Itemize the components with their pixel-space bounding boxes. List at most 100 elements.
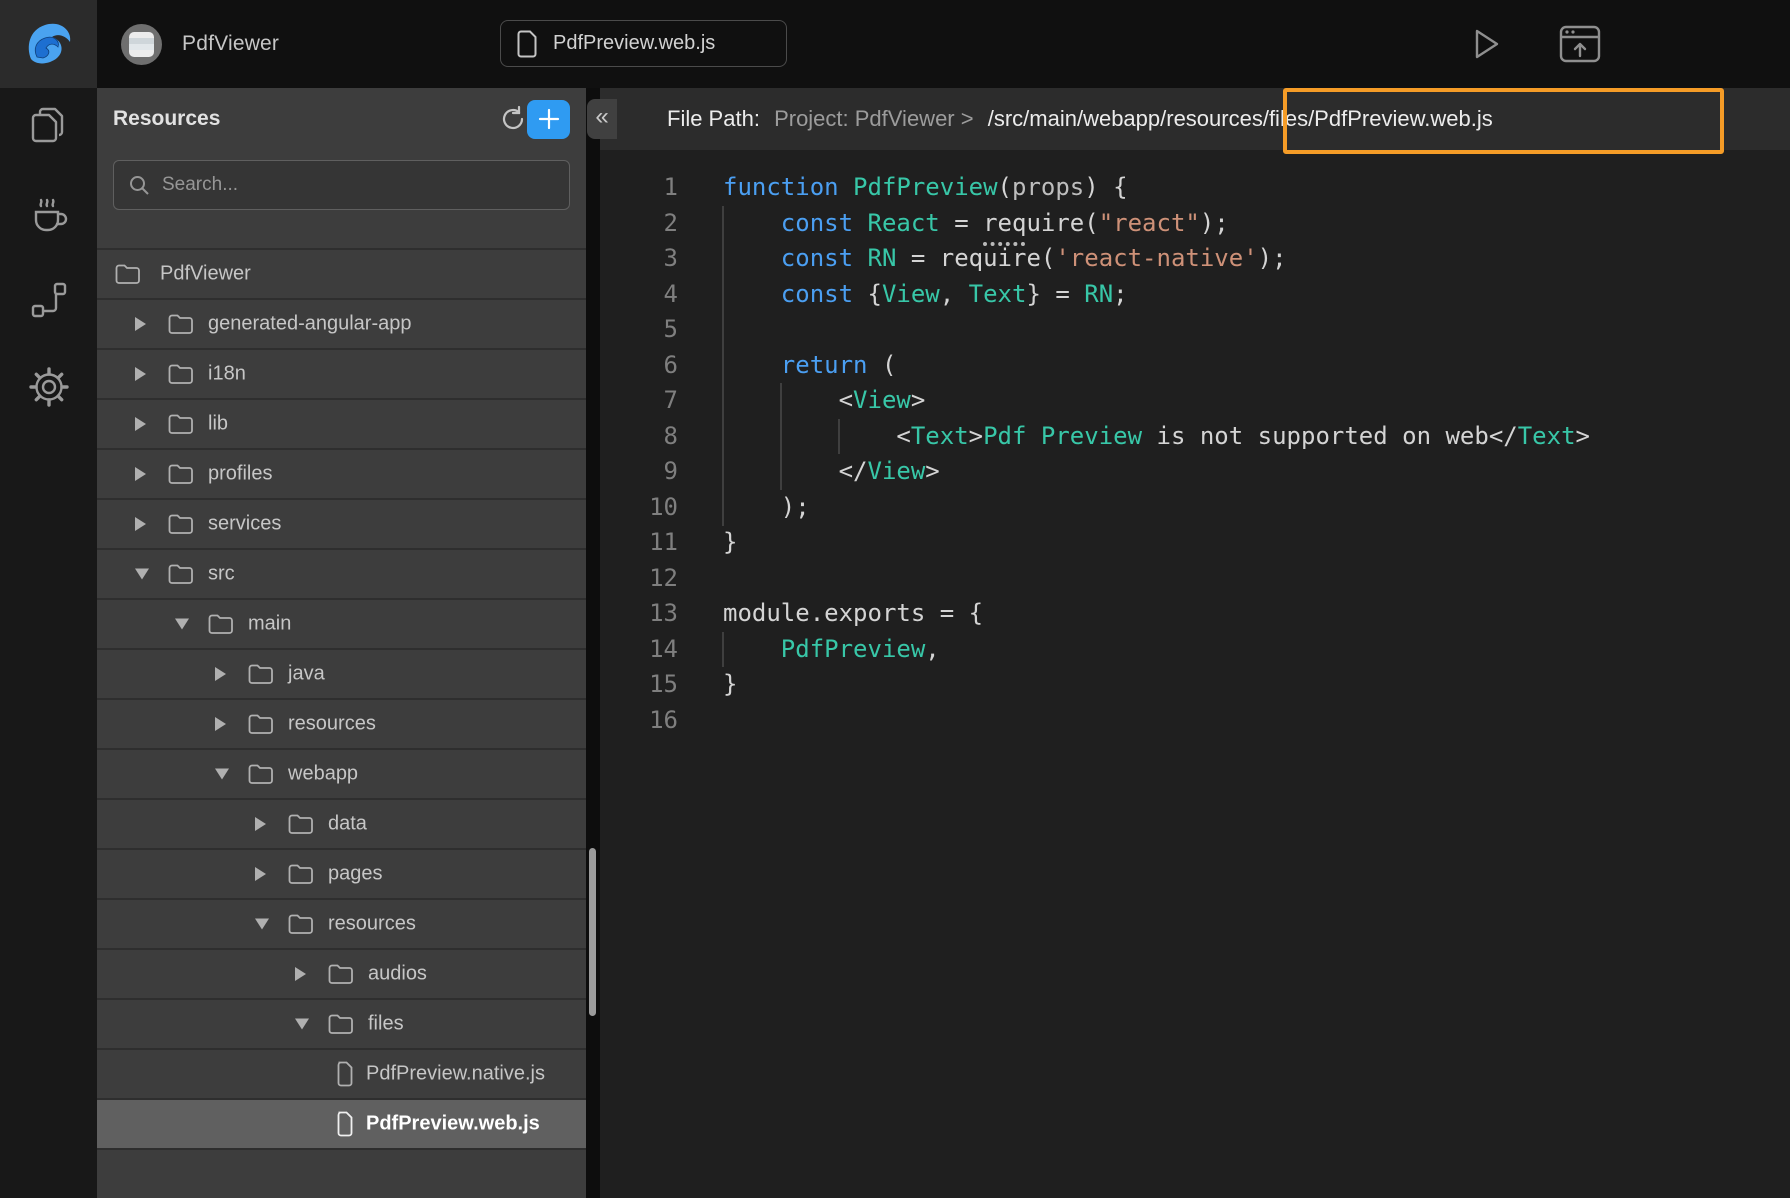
tree-row-services[interactable]: services	[97, 500, 586, 550]
file-icon	[335, 1111, 355, 1137]
tree-row-label: audios	[368, 963, 427, 986]
tree-row-label: files	[368, 1013, 404, 1036]
tree-row-pages[interactable]: pages	[97, 850, 586, 900]
publish-icon	[1559, 25, 1601, 63]
coffee-icon	[26, 190, 72, 236]
caret-down-icon[interactable]	[135, 569, 149, 580]
folder-icon	[168, 363, 194, 385]
search-icon	[128, 174, 150, 196]
wave-logo-icon	[22, 17, 76, 71]
caret-right-icon[interactable]	[135, 467, 146, 481]
caret-right-icon[interactable]	[135, 317, 146, 331]
code-line-3: 3 const RN = require('react-native');	[600, 241, 1790, 277]
indent-guide	[838, 419, 840, 454]
tree-row-label: i18n	[208, 363, 246, 386]
file-tree: PdfViewer generated-angular-app i18n lib pro…	[97, 248, 586, 1198]
caret-right-icon[interactable]	[255, 817, 266, 831]
tree-row-label: pages	[328, 863, 383, 886]
indent-guide	[780, 383, 782, 490]
folder-icon	[288, 913, 314, 935]
tree-row-generated-angular-app[interactable]: generated-angular-app	[97, 300, 586, 350]
caret-right-icon[interactable]	[135, 367, 146, 381]
folder-icon	[248, 713, 274, 735]
tree-row-label: data	[328, 813, 367, 836]
rail-item-flows[interactable]	[27, 278, 71, 322]
tree-row-profiles[interactable]: profiles	[97, 450, 586, 500]
tree-row-main[interactable]: main	[97, 600, 586, 650]
tree-row-src[interactable]: src	[97, 550, 586, 600]
flow-icon	[27, 278, 71, 322]
code-editor[interactable]: 1function PdfPreview(props) {2 const Rea…	[600, 150, 1790, 1198]
add-resource-button[interactable]	[527, 100, 570, 139]
resources-panel: Resources	[97, 88, 586, 1198]
search-input[interactable]	[160, 173, 555, 197]
tree-row-java[interactable]: java	[97, 650, 586, 700]
open-file-tab[interactable]: PdfPreview.web.js	[500, 20, 787, 67]
code-line-16: 16	[600, 703, 1790, 739]
indent-guide	[722, 206, 724, 526]
code-line-7: 7 <View>	[600, 383, 1790, 419]
editor-pane: « File Path: Project: PdfViewer > /src/m…	[600, 88, 1790, 1198]
app-window: PdfViewer PdfPreview.web.js	[0, 0, 1790, 1198]
tree-row-PdfPreview.web.js[interactable]: PdfPreview.web.js	[97, 1100, 586, 1150]
caret-right-icon[interactable]	[255, 867, 266, 881]
caret-right-icon[interactable]	[135, 417, 146, 431]
tree-row-PdfViewer[interactable]: PdfViewer	[97, 250, 586, 300]
rail-item-pages[interactable]	[27, 104, 71, 148]
tree-row-files[interactable]: files	[97, 1000, 586, 1050]
code-line-8: 8 <Text>Pdf Preview is not supported on …	[600, 419, 1790, 455]
tree-row-resources[interactable]: resources	[97, 900, 586, 950]
rail-item-settings[interactable]	[27, 365, 71, 409]
collapse-panel-button[interactable]: «	[587, 99, 617, 139]
refresh-button[interactable]	[499, 105, 527, 133]
folder-icon	[168, 463, 194, 485]
line-number: 13	[600, 596, 678, 632]
tree-row-label: profiles	[208, 463, 272, 486]
caret-down-icon[interactable]	[175, 619, 189, 630]
tree-row-label: resources	[288, 713, 376, 736]
file-icon	[517, 30, 539, 58]
tree-row-resources[interactable]: resources	[97, 700, 586, 750]
run-button[interactable]	[1467, 26, 1503, 62]
folder-icon	[168, 513, 194, 535]
code-text: return (	[723, 348, 896, 384]
code-line-2: 2 const React = require("react");	[600, 206, 1790, 242]
chevrons-left-icon: «	[595, 103, 608, 130]
tree-row-data[interactable]: data	[97, 800, 586, 850]
code-text: const {View, Text} = RN;	[723, 277, 1128, 313]
caret-right-icon[interactable]	[215, 667, 226, 681]
code-text: }	[723, 667, 737, 703]
code-line-15: 15}	[600, 667, 1790, 703]
line-number: 2	[600, 206, 678, 242]
folder-icon	[328, 963, 354, 985]
caret-right-icon[interactable]	[135, 517, 146, 531]
code-line-10: 10 );	[600, 490, 1790, 526]
file-path-text: File Path: Project: PdfViewer > /src/mai…	[667, 106, 1493, 132]
code-text: }	[723, 525, 737, 561]
tree-scrollbar[interactable]	[589, 848, 596, 1016]
caret-right-icon[interactable]	[295, 967, 306, 981]
refresh-icon	[499, 105, 527, 133]
tree-row-webapp[interactable]: webapp	[97, 750, 586, 800]
code-line-5: 5	[600, 312, 1790, 348]
file-path-value: /src/main/webapp/resources/files/PdfPrev…	[988, 106, 1493, 131]
code-text: );	[723, 490, 810, 526]
caret-down-icon[interactable]	[255, 919, 269, 930]
folder-icon	[248, 663, 274, 685]
caret-right-icon[interactable]	[215, 717, 226, 731]
caret-down-icon[interactable]	[215, 769, 229, 780]
tree-row-label: PdfViewer	[160, 263, 251, 286]
home-button[interactable]	[0, 0, 97, 88]
caret-down-icon[interactable]	[295, 1019, 309, 1030]
code-line-1: 1function PdfPreview(props) {	[600, 170, 1790, 206]
publish-button[interactable]	[1559, 25, 1601, 63]
rail-item-java[interactable]	[27, 191, 71, 235]
code-line-9: 9 </View>	[600, 454, 1790, 490]
tree-row-i18n[interactable]: i18n	[97, 350, 586, 400]
folder-icon	[115, 263, 141, 285]
tree-row-audios[interactable]: audios	[97, 950, 586, 1000]
tree-row-PdfPreview.native.js[interactable]: PdfPreview.native.js	[97, 1050, 586, 1100]
tree-row-lib[interactable]: lib	[97, 400, 586, 450]
code-line-13: 13module.exports = {	[600, 596, 1790, 632]
line-number: 5	[600, 312, 678, 348]
